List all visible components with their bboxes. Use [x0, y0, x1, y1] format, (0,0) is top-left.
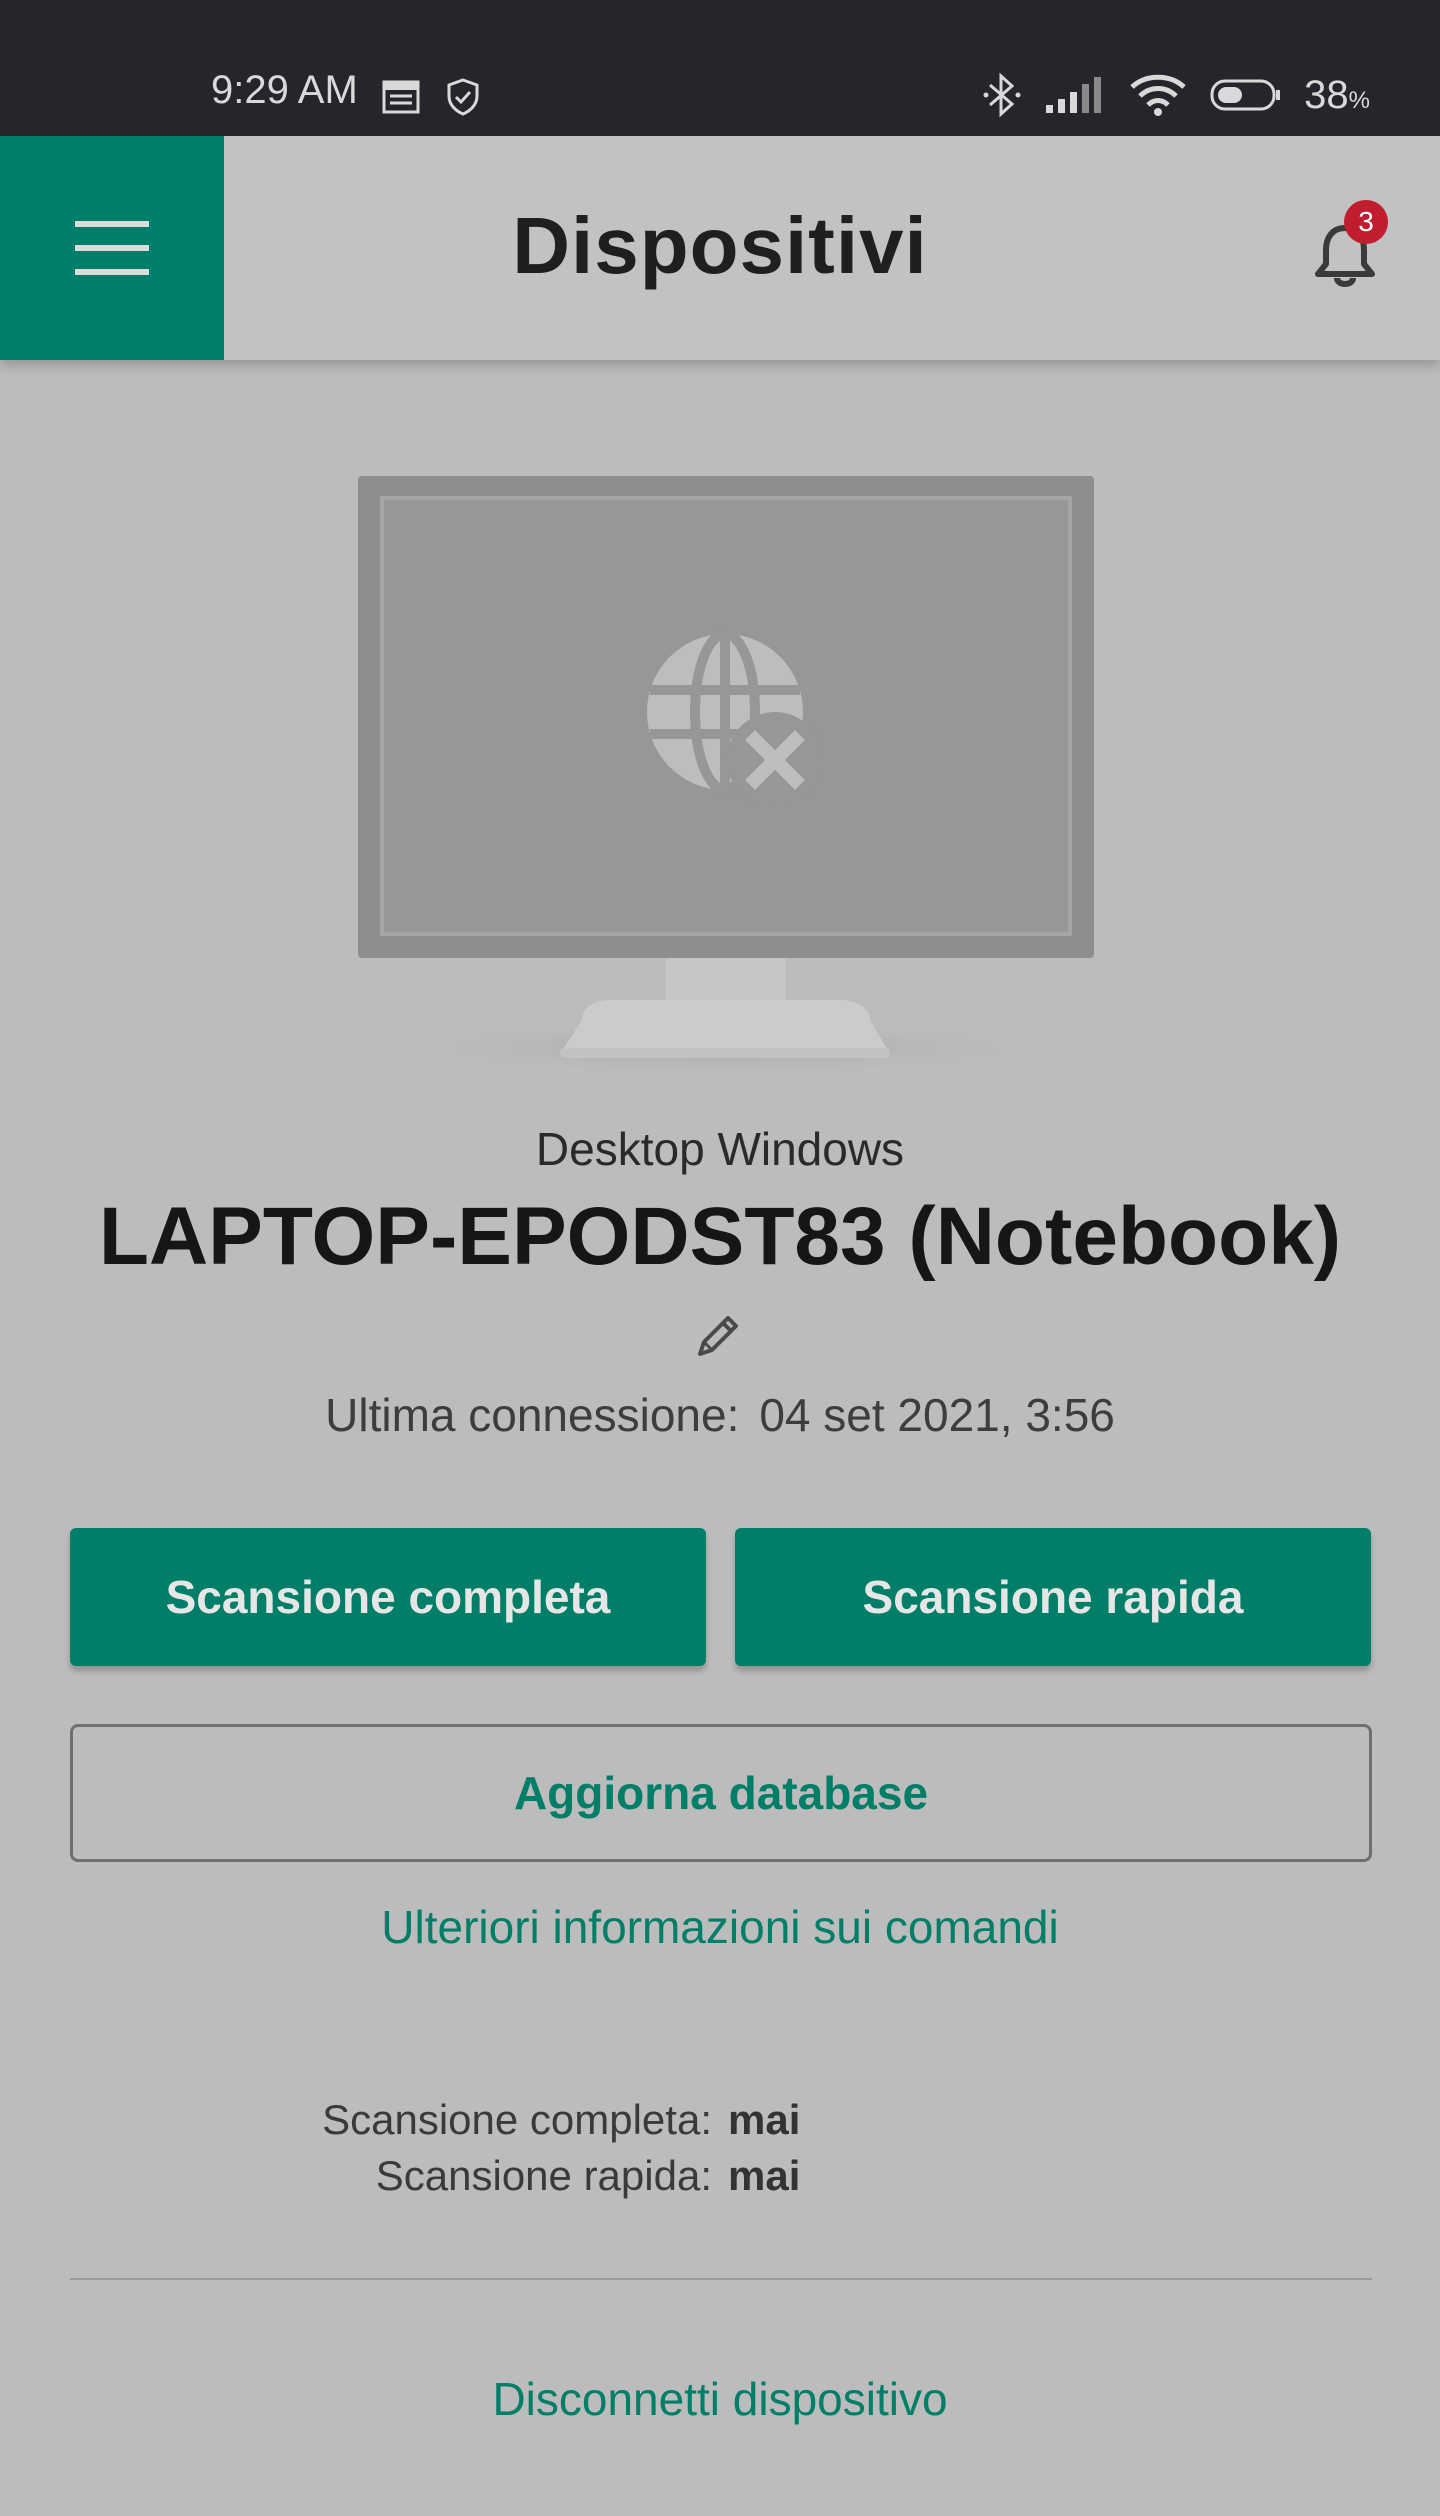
scan-history-row: Scansione rapida: mai — [0, 2152, 1440, 2208]
wifi-icon — [1130, 74, 1186, 116]
status-right-icons: 38% — [982, 72, 1370, 118]
last-connection-value: 04 set 2021, 3:56 — [759, 1389, 1115, 1441]
status-left-icons — [382, 78, 480, 116]
scan-history-value: mai — [728, 2152, 801, 2199]
battery-percent: 38% — [1304, 72, 1370, 117]
device-name: LAPTOP-EPODST83 (Notebook) — [98, 1191, 1342, 1282]
status-bar: 9:29 AM 38% — [0, 0, 1440, 136]
bluetooth-icon — [983, 72, 1021, 118]
shield-check-icon — [447, 78, 479, 116]
pencil-edit-icon[interactable] — [690, 1308, 746, 1364]
page-title: Dispositivi — [512, 201, 928, 290]
battery-icon — [1210, 79, 1281, 111]
device-type: Desktop Windows — [535, 1123, 905, 1175]
app-bar: Dispositivi — [0, 136, 1440, 360]
full-scan-button[interactable]: Scansione completa — [70, 1528, 706, 1666]
signal-icon — [1046, 77, 1102, 113]
last-connection-label: Ultima connessione: — [325, 1389, 740, 1441]
calendar-icon — [382, 80, 420, 114]
update-database-button[interactable]: Aggiorna database — [70, 1724, 1372, 1862]
quick-scan-button[interactable]: Scansione rapida — [735, 1528, 1371, 1666]
status-time: 9:29 AM — [211, 68, 358, 112]
notification-badge: 3 — [1344, 200, 1388, 244]
monitor-illustration — [358, 476, 1094, 1078]
last-connection: Ultima connessione: 04 set 2021, 3:56 — [0, 1388, 1440, 1442]
scan-history-row: Scansione completa: mai — [0, 2096, 1440, 2152]
scan-history: Scansione completa: mai Scansione rapida… — [0, 2096, 1440, 2208]
divider — [70, 2278, 1372, 2280]
scan-history-value: mai — [728, 2096, 801, 2143]
scan-history-label: Scansione rapida: — [375, 2152, 712, 2199]
more-info-link[interactable]: Ulteriori informazioni sui comandi — [0, 1900, 1440, 1954]
disconnect-device-link[interactable]: Disconnetti dispositivo — [0, 2372, 1440, 2426]
scan-history-label: Scansione completa: — [322, 2096, 712, 2143]
